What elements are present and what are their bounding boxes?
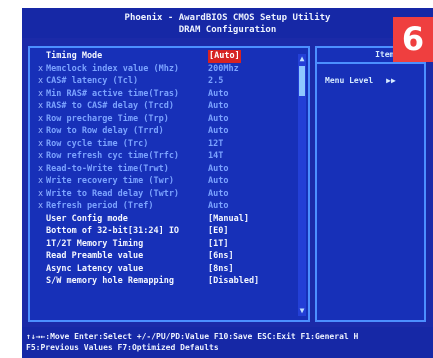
disabled-marker: x: [38, 126, 44, 136]
setting-label: Refresh period (Tref): [46, 201, 154, 211]
setting-value: Auto: [208, 163, 229, 174]
title-bar: Phoenix - AwardBIOS CMOS Setup Utility D…: [22, 8, 433, 38]
setting-row-cas-latency: x CAS# latency (Tcl) 2.5: [38, 75, 288, 88]
setting-row-memory-timing[interactable]: 1T/2T Memory Timing [1T]: [38, 238, 288, 251]
setting-row-tras: x Min RAS# active time(Tras) Auto: [38, 88, 288, 101]
scrollbar[interactable]: ▲ ▼: [298, 54, 306, 316]
setting-label: RAS# to CAS# delay (Trcd): [46, 101, 174, 111]
setting-value[interactable]: [Disabled]: [208, 275, 259, 288]
setting-value: Auto: [208, 188, 229, 199]
scrollbar-thumb[interactable]: [299, 66, 305, 96]
page-number-badge: 6: [393, 17, 433, 62]
setting-value[interactable]: [1T]: [208, 238, 228, 251]
setting-row-trfc: x Row refresh cyc time(Trfc) 14T: [38, 150, 288, 163]
setting-value[interactable]: [Auto]: [208, 50, 241, 63]
disabled-marker: x: [38, 163, 44, 174]
footer-navigation-hints: ↑↓→←:Move Enter:Select +/-/PU/PD:Value F…: [26, 332, 359, 341]
setting-label: Row to Row delay (Trrd): [46, 126, 164, 136]
setting-value: Auto: [208, 201, 229, 211]
setting-row-trp: x Row precharge Time (Trp) Auto: [38, 113, 288, 126]
setting-row-tref: x Refresh period (Tref) Auto: [38, 200, 288, 213]
setting-value: Auto: [208, 126, 229, 136]
setting-label: Read Preamble value: [46, 251, 144, 261]
setting-label: Min RAS# active time(Tras): [46, 88, 180, 99]
setting-value: Auto: [208, 101, 229, 111]
disabled-marker: x: [38, 88, 44, 99]
setting-label: Row refresh cyc time(Trfc): [46, 151, 180, 161]
disabled-marker: x: [38, 63, 44, 74]
disabled-marker: x: [38, 101, 44, 111]
menu-level-indicator: Menu Level ▶▶: [325, 76, 396, 85]
disabled-marker: x: [38, 138, 44, 149]
key-help-footer: ↑↓→←:Move Enter:Select +/-/PU/PD:Value F…: [22, 327, 433, 358]
setting-row-timing-mode[interactable]: Timing Mode [Auto]: [38, 50, 288, 63]
setting-row-twtr: x Write to Read delay (Twtr) Auto: [38, 188, 288, 201]
setting-label: Timing Mode: [46, 51, 103, 61]
disabled-marker: x: [38, 76, 44, 86]
double-right-arrow-icon: ▶▶: [386, 76, 396, 85]
setting-row-read-preamble[interactable]: Read Preamble value [6ns]: [38, 250, 288, 263]
bios-screen: Phoenix - AwardBIOS CMOS Setup Utility D…: [22, 8, 433, 358]
setting-label: Bottom of 32-bit[31:24] IO: [46, 226, 180, 236]
setting-label: Write to Read delay (Twtr): [46, 188, 180, 199]
disabled-marker: x: [38, 151, 44, 161]
setting-value: 200Mhz: [208, 63, 239, 74]
setting-value: 2.5: [208, 76, 224, 86]
setting-row-trwt: x Read-to-Write time(Trwt) Auto: [38, 163, 288, 176]
setting-value[interactable]: [E0]: [208, 225, 228, 238]
setting-value[interactable]: [6ns]: [208, 250, 234, 263]
disabled-marker: x: [38, 113, 44, 124]
disabled-marker: x: [38, 188, 44, 199]
bios-title: Phoenix - AwardBIOS CMOS Setup Utility: [124, 13, 331, 23]
setting-row-memclock: x Memclock index value (Mhz) 200Mhz: [38, 63, 288, 76]
setting-label: Read-to-Write time(Trwt): [46, 163, 169, 174]
setting-row-trrd: x Row to Row delay (Trrd) Auto: [38, 125, 288, 138]
disabled-marker: x: [38, 176, 44, 186]
setting-row-twr: x Write recovery time (Twr) Auto: [38, 175, 288, 188]
setting-row-bottom-io[interactable]: Bottom of 32-bit[31:24] IO [E0]: [38, 225, 288, 238]
setting-value: Auto: [208, 88, 229, 99]
page-title: DRAM Configuration: [178, 25, 277, 35]
setting-label: Row cycle time (Trc): [46, 138, 149, 149]
setting-label: Write recovery time (Twr): [46, 176, 174, 186]
setting-value: Auto: [208, 113, 229, 124]
setting-value: Auto: [208, 176, 229, 186]
setting-row-memory-hole-remapping[interactable]: S/W memory hole Remapping [Disabled]: [38, 275, 288, 288]
setting-row-trc: x Row cycle time (Trc) 12T: [38, 138, 288, 151]
setting-label: 1T/2T Memory Timing: [46, 238, 144, 249]
setting-value[interactable]: [Manual]: [208, 213, 249, 226]
setting-label: Memclock index value (Mhz): [46, 63, 180, 74]
setting-label: Async Latency value: [46, 263, 144, 274]
setting-label: Row precharge Time (Trp): [46, 113, 169, 124]
setting-label: User Config mode: [46, 213, 128, 224]
setting-label: CAS# latency (Tcl): [46, 76, 139, 86]
disabled-marker: x: [38, 201, 44, 211]
menu-level-label: Menu Level: [325, 76, 374, 85]
settings-list: Timing Mode [Auto] x Memclock index value …: [38, 50, 288, 288]
setting-row-async-latency[interactable]: Async Latency value [8ns]: [38, 263, 288, 276]
settings-panel: Timing Mode [Auto] x Memclock index value …: [28, 46, 310, 322]
scroll-up-arrow-icon[interactable]: ▲: [298, 54, 306, 64]
setting-value: 14T: [208, 151, 224, 161]
setting-row-user-config-mode[interactable]: User Config mode [Manual]: [38, 213, 288, 226]
setting-label: S/W memory hole Remapping: [46, 276, 174, 286]
item-help-panel: Item H Menu Level ▶▶: [315, 46, 426, 322]
setting-value: 12T: [208, 138, 224, 149]
scroll-down-arrow-icon[interactable]: ▼: [298, 306, 306, 316]
setting-row-trcd: x RAS# to CAS# delay (Trcd) Auto: [38, 100, 288, 113]
footer-default-hints: F5:Previous Values F7:Optimized Defaults: [26, 343, 219, 352]
setting-value[interactable]: [8ns]: [208, 263, 234, 276]
